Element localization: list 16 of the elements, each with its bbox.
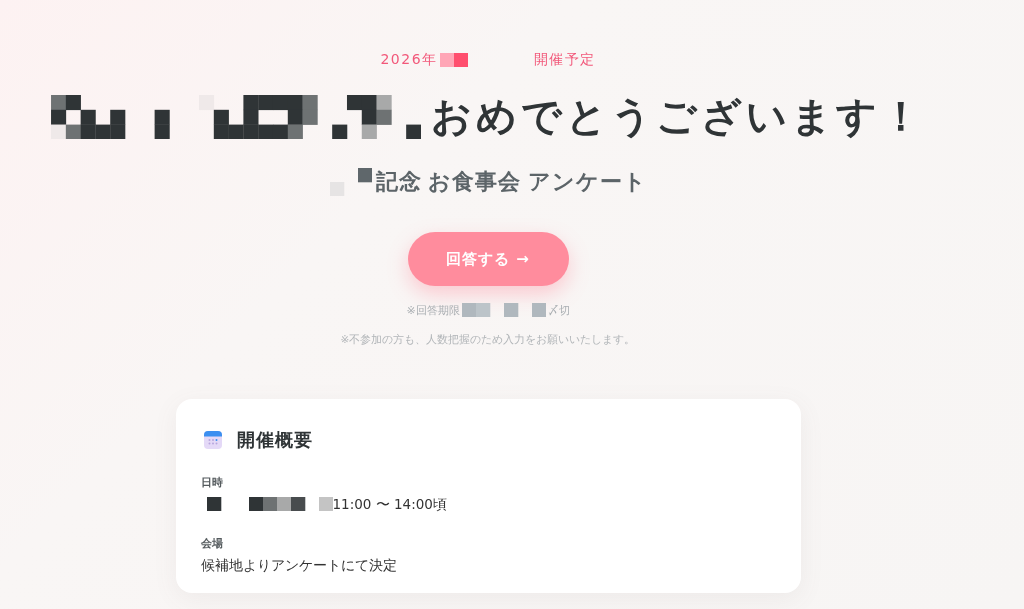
calendar-icon — [203, 431, 222, 449]
headline-text: おめでとうございます！ — [431, 95, 925, 139]
event-date-text: 開催予定 — [533, 51, 596, 69]
deadline-text: ※回答期限 — [406, 302, 460, 318]
mosaic-redaction — [329, 168, 372, 196]
subtitle-text: 記念 お食事会 アンケート — [375, 168, 647, 196]
event-date-text: 2026年 — [380, 51, 438, 69]
field-value: 11:00 〜 14:00頃 — [332, 495, 447, 514]
deadline-text: 〆切 — [547, 302, 570, 318]
card-title: 開催概要 — [236, 429, 313, 451]
mosaic-redaction — [439, 53, 468, 67]
field-label: 日時 — [200, 475, 223, 491]
field-value: 候補地よりアンケートにて決定 — [200, 556, 397, 575]
note-text: ※不参加の方も、人数把握のため入力をお願いいたします。 — [340, 332, 636, 347]
answer-button[interactable]: 回答する → — [407, 232, 569, 286]
field-label: 会場 — [200, 536, 223, 552]
